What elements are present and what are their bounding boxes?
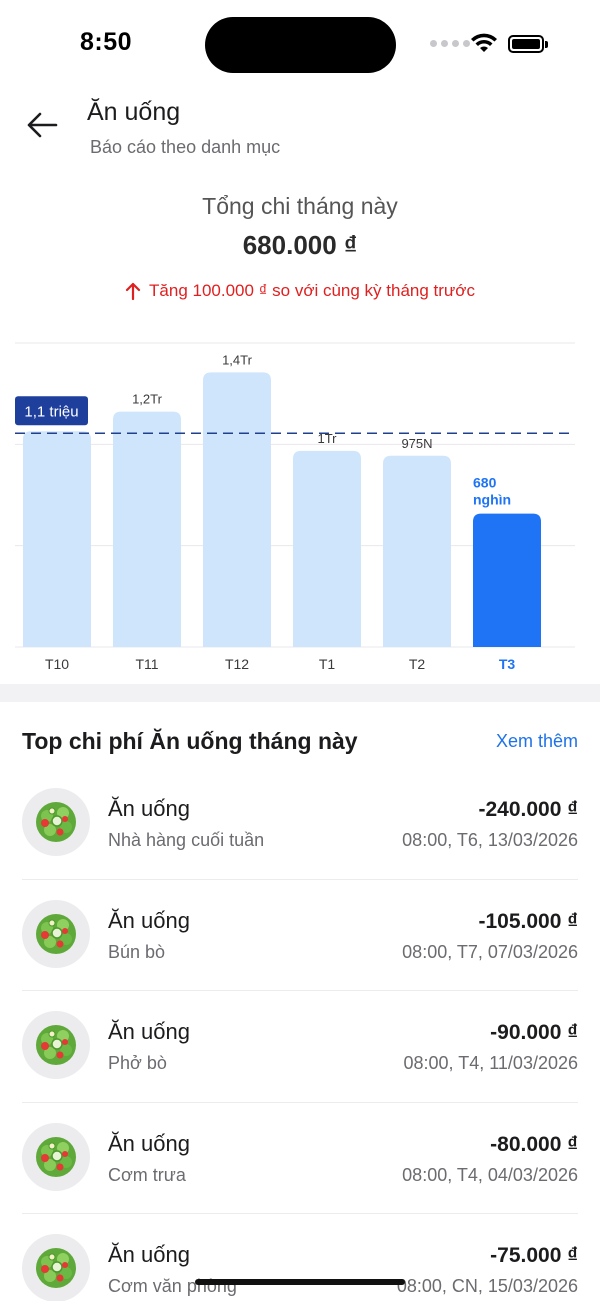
total-spending-amount: 680.000 ₫ [242,230,358,260]
transaction-row[interactable]: Ăn uống Phở bò -90.000 ₫ 08:00, T4, 11/03/2… [22,991,578,1103]
transaction-amount: -75.000 ₫ [490,1244,578,1267]
arrow-left-icon [27,112,58,138]
bar-t12 [203,372,271,647]
total-spending-label: Tổng chi tháng này [202,193,398,219]
transaction-note: Nhà hàng cuối tuần [108,830,265,850]
arrow-up-icon [125,282,141,300]
monthly-spending-chart: T10 1,2Tr T11 1,4Tr T12 1Tr T1 975N T2 680 nghìn T3… [0,330,600,685]
transaction-time: 08:00, T7, 07/03/2026 [402,941,578,962]
transaction-note: Phở bò [108,1053,167,1073]
bar-t1 [293,450,361,647]
top-expenses-title: Top chi phí Ăn uống tháng này [22,728,358,754]
bar-chart: T101,2TrT111,4TrT121TrT1975NT2680nghìnT3… [15,342,575,672]
salad-icon [22,1011,90,1079]
battery-icon [508,35,548,53]
cellular-signal-icon [430,40,470,47]
transaction-category: Ăn uống [108,1130,190,1156]
salad-icon [22,788,90,856]
x-tick-label: T11 [135,656,158,672]
transaction-row[interactable]: Ăn uống Nhà hàng cuối tuần -240.000 ₫ 08:00… [22,768,578,880]
bar-t11 [113,411,181,647]
bar-value-label: 680 [473,475,497,491]
section-divider [0,684,600,702]
transaction-time: 08:00, T4, 11/03/2026 [403,1053,578,1073]
x-tick-label: T2 [409,656,426,672]
transaction-row[interactable]: Ăn uống Cơm trưa -80.000 ₫ 08:00, T4, 04/03… [22,1103,578,1214]
bar-t10 [23,431,91,647]
transaction-amount: -90.000 ₫ [490,1021,578,1044]
change-indicator: Tăng 100.000 ₫ so với cùng kỳ tháng trướ… [0,281,600,301]
x-tick-label: T12 [225,656,249,672]
home-indicator [195,1279,405,1285]
transaction-list: Ăn uống Nhà hàng cuối tuần -240.000 ₫ 08:00… [22,768,578,1301]
transaction-category: Ăn uống [108,907,190,933]
bar-value-label: nghìn [473,492,511,508]
transaction-note: Cơm trưa [108,1164,186,1185]
transaction-amount: -80.000 ₫ [490,1132,578,1156]
page-title: Ăn uống [87,98,181,126]
transaction-category: Ăn uống [108,1242,190,1267]
transaction-row[interactable]: Ăn uống Bún bò -105.000 ₫ 08:00, T7, 07/03/… [22,880,578,991]
bar-t3 [473,513,541,647]
status-time: 8:50 [80,28,133,56]
bar-t2 [383,455,451,647]
salad-icon [22,1234,90,1301]
x-tick-label: T1 [319,656,336,672]
transaction-category: Ăn uống [108,1019,190,1044]
see-more-link[interactable]: Xem thêm [496,731,578,752]
bar-value-label: 975N [401,436,432,451]
transaction-category: Ăn uống [108,796,190,821]
bar-value-label: 1,2Tr [132,392,163,407]
average-label: 1,1 triệu [24,403,78,420]
x-tick-label: T10 [45,656,69,672]
salad-icon [22,899,90,968]
transaction-amount: -105.000 ₫ [478,909,578,933]
transaction-row[interactable]: Ăn uống Cơm văn phòng -75.000 ₫ 08:00, CN, … [22,1214,578,1301]
change-text: Tăng 100.000 ₫ so với cùng kỳ tháng trướ… [149,281,475,300]
x-tick-label: T3 [499,656,516,672]
bar-value-label: 1,4Tr [222,352,253,367]
back-button[interactable] [22,105,62,145]
wifi-icon [471,33,497,52]
top-expenses-header: Top chi phí Ăn uống tháng này Xem thêm [22,728,578,755]
transaction-time: 08:00, T4, 04/03/2026 [402,1164,578,1185]
status-bar: 8:50 [0,0,600,90]
page-subtitle: Báo cáo theo danh mục [90,137,281,157]
transaction-note: Bún bò [108,941,166,962]
salad-icon [22,1122,90,1191]
transaction-time: 08:00, T6, 13/03/2026 [402,830,578,850]
dynamic-island [205,17,396,73]
transaction-amount: -240.000 ₫ [478,798,578,821]
transaction-time: 08:00, CN, 15/03/2026 [396,1276,578,1296]
